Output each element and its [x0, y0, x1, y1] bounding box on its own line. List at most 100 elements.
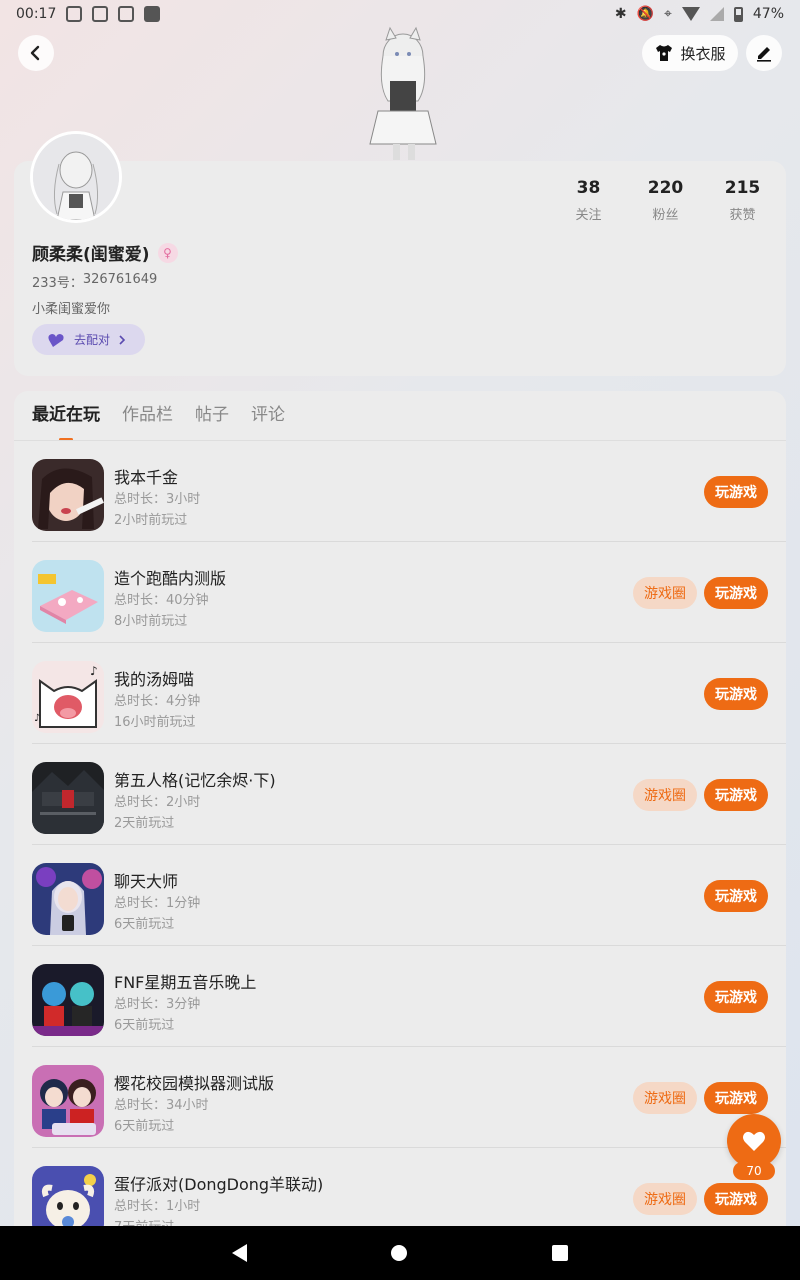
match-label: 去配对 [74, 333, 111, 347]
game-last-played: 6天前玩过 [114, 1119, 175, 1134]
game-name: 造个跑酷内测版 [114, 569, 227, 588]
tab-posts[interactable]: 帖子 [195, 391, 229, 441]
stat-value: 220 [647, 178, 684, 198]
status-right: ✱ 🔕 ⌖ 47% [615, 6, 784, 22]
match-button[interactable]: 去配对 [32, 324, 145, 355]
battery-percent: 47% [752, 6, 784, 22]
tab-comments[interactable]: 评论 [251, 391, 285, 441]
tshirt-icon [656, 45, 673, 61]
game-row[interactable]: 聊天大师 总时长：1分钟 6天前玩过 玩游戏 [32, 845, 786, 946]
game-row[interactable]: 我本千金 总时长：3小时 2小时前玩过 玩游戏 [32, 441, 786, 542]
notification-icon [66, 6, 83, 22]
nickname: 顾柔柔(闺蜜爱) ♀ [32, 240, 178, 265]
game-row[interactable]: 樱花校园模拟器测试版 总时长：34小时 6天前玩过 游戏圈 玩游戏 [32, 1047, 786, 1148]
portrait-girl-icon[interactable] [32, 459, 104, 531]
recent-games-card: 最近在玩 作品栏 帖子 评论 我本千金 总时长：3小时 2小时前玩过 玩游戏 造… [14, 391, 786, 1241]
game-circle-button[interactable]: 游戏圈 [633, 779, 697, 811]
game-duration: 总时长：34小时 [114, 1098, 209, 1113]
play-game-button[interactable]: 玩游戏 [704, 981, 768, 1013]
tab-recently-played[interactable]: 最近在玩 [32, 391, 100, 441]
play-game-button[interactable]: 玩游戏 [704, 779, 768, 811]
game-name: 樱花校园模拟器测试版 [114, 1074, 275, 1093]
chevron-right-icon [119, 334, 126, 345]
profile-stats: 38 关注 220 粉丝 215 获赞 [550, 178, 781, 223]
app-icon [118, 6, 135, 22]
system-nav-bar [0, 1226, 800, 1280]
status-left: 00:17 [16, 6, 161, 22]
parkour-icon[interactable] [32, 560, 104, 632]
nav-back-icon[interactable] [232, 1244, 248, 1262]
wifi-icon [681, 7, 700, 21]
heart-icon [743, 1131, 765, 1151]
bio: 小柔闺蜜爱你 [32, 302, 111, 317]
chevron-left-icon [30, 45, 40, 61]
avatar-image [33, 134, 119, 220]
square-icon [144, 6, 161, 22]
user-id: 233号： 326761649 [32, 272, 157, 291]
change-outfit-button[interactable]: 换衣服 [642, 35, 738, 71]
game-last-played: 2小时前玩过 [114, 513, 188, 528]
game-name: 聊天大师 [114, 872, 179, 891]
game-circle-button[interactable]: 游戏圈 [633, 1183, 697, 1215]
game-circle-button[interactable]: 游戏圈 [633, 577, 697, 609]
status-bar: 00:17 ✱ 🔕 ⌖ 47% [0, 0, 800, 28]
user-id-value: 326761649 [82, 272, 158, 287]
like-count: 70 [733, 1162, 775, 1180]
play-game-button[interactable]: 玩游戏 [704, 1183, 768, 1215]
game-duration: 总时长：4分钟 [114, 694, 201, 709]
stat-label: 粉丝 [652, 208, 679, 223]
sakura-school-icon[interactable] [32, 1065, 104, 1137]
user-id-label: 233号： [32, 276, 83, 291]
identity-v-icon[interactable] [32, 762, 104, 834]
nav-recents-icon[interactable] [551, 1245, 568, 1261]
nickname-text: 顾柔柔(闺蜜爱) [32, 245, 150, 265]
chat-master-icon[interactable] [32, 863, 104, 935]
game-duration: 总时长：3小时 [114, 492, 201, 507]
play-game-button[interactable]: 玩游戏 [704, 476, 768, 508]
stat-label: 关注 [575, 208, 602, 223]
game-last-played: 6天前玩过 [114, 917, 175, 932]
profile-tabs: 最近在玩 作品栏 帖子 评论 [32, 391, 285, 441]
play-game-button[interactable]: 玩游戏 [704, 1082, 768, 1114]
game-name: 蛋仔派对(DongDong羊联动) [114, 1175, 324, 1194]
status-time: 00:17 [16, 6, 57, 22]
avatar[interactable] [30, 131, 122, 223]
play-game-button[interactable]: 玩游戏 [704, 880, 768, 912]
game-duration: 总时长：3分钟 [114, 997, 201, 1012]
game-row[interactable]: ♪ ♪ 我的汤姆喵 总时长：4分钟 16小时前玩过 玩游戏 [32, 643, 786, 744]
game-row[interactable]: 第五人格(记忆余烬·下) 总时长：2小时 2天前玩过 游戏圈 玩游戏 [32, 744, 786, 845]
tab-works[interactable]: 作品栏 [122, 391, 173, 441]
stat-value: 215 [724, 178, 761, 198]
cat-icon[interactable]: ♪ ♪ [32, 661, 104, 733]
game-last-played: 16小时前玩过 [114, 715, 196, 730]
like-button[interactable] [727, 1114, 781, 1168]
game-circle-button[interactable]: 游戏圈 [633, 1082, 697, 1114]
game-duration: 总时长：1小时 [114, 1199, 201, 1214]
change-outfit-label: 换衣服 [680, 44, 726, 63]
location-icon: ⌖ [663, 6, 672, 22]
stat-likes[interactable]: 215 获赞 [704, 178, 781, 223]
edit-pencil-icon [757, 47, 771, 62]
character-avatar-figure [358, 26, 448, 162]
battery-icon [733, 6, 743, 22]
stat-following[interactable]: 38 关注 [550, 178, 627, 223]
game-name: FNF星期五音乐晚上 [114, 973, 257, 992]
game-row[interactable]: FNF星期五音乐晚上 总时长：3分钟 6天前玩过 玩游戏 [32, 946, 786, 1047]
game-last-played: 8小时前玩过 [114, 614, 188, 629]
nav-home-icon[interactable] [391, 1245, 408, 1261]
stat-followers[interactable]: 220 粉丝 [627, 178, 704, 223]
game-name: 我本千金 [114, 468, 179, 487]
play-game-button[interactable]: 玩游戏 [704, 678, 768, 710]
hearts-icon [48, 333, 64, 347]
game-duration: 总时长：1分钟 [114, 896, 201, 911]
svg-text:♪: ♪ [34, 713, 40, 724]
stat-label: 获赞 [729, 208, 756, 223]
play-game-button[interactable]: 玩游戏 [704, 577, 768, 609]
game-last-played: 6天前玩过 [114, 1018, 175, 1033]
female-icon: ♀ [157, 242, 178, 263]
back-button[interactable] [18, 35, 54, 71]
game-row[interactable]: 造个跑酷内测版 总时长：40分钟 8小时前玩过 游戏圈 玩游戏 [32, 542, 786, 643]
svg-text:♪: ♪ [90, 664, 98, 678]
edit-profile-button[interactable] [746, 35, 782, 71]
fnf-icon[interactable] [32, 964, 104, 1036]
